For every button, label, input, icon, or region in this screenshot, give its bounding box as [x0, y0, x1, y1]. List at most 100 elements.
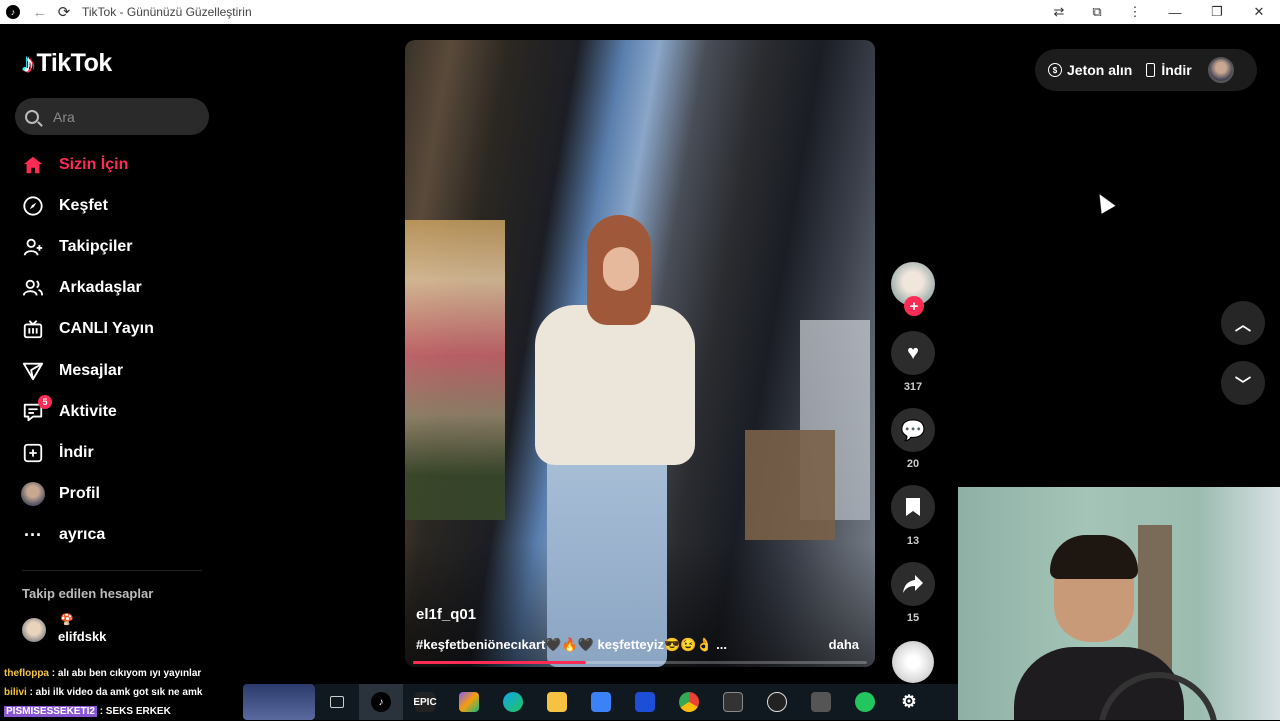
video-username[interactable]: el1f_q01	[416, 606, 476, 623]
compass-icon	[20, 193, 46, 219]
sidebar-item-label: Sizin İçin	[59, 155, 129, 173]
account-emoji: 🍄	[60, 614, 74, 626]
sidebar-item-label: ayrıca	[59, 526, 106, 544]
webcam-overlay	[958, 487, 1280, 720]
bakery-display	[405, 220, 505, 520]
chat-user: thefloppa	[4, 668, 49, 679]
chevron-down-icon: ﹀	[1234, 377, 1251, 394]
more-vertical-icon[interactable]: ⋮	[1116, 4, 1154, 20]
restore-icon[interactable]: ❐	[1196, 4, 1238, 20]
sidebar-item-label: Mesajlar	[59, 361, 124, 379]
video-player[interactable]: el1f_q01 #keşfetbeniönecıkart🖤🔥🖤 keşfett…	[405, 40, 875, 667]
tiktok-note-icon: ♪	[22, 48, 35, 78]
outlook-icon[interactable]	[623, 684, 667, 720]
sidebar-item-download[interactable]: İndir	[20, 432, 210, 473]
tiktok-logo[interactable]: ♪ TikTok	[22, 48, 112, 79]
translate-icon[interactable]: ⇄	[1040, 4, 1078, 20]
get-coins-label: Jeton alın	[1067, 62, 1133, 78]
save-button[interactable]	[891, 485, 935, 529]
task-view-icon[interactable]	[315, 684, 359, 720]
heart-icon: ♥	[907, 341, 919, 364]
top-right-bar: $ Jeton alın İndir	[1035, 49, 1257, 91]
sidebar-item-explore[interactable]: Keşfet	[20, 185, 210, 226]
file-explorer-icon[interactable]	[535, 684, 579, 720]
sidebar-item-live[interactable]: CANLI Yayın	[20, 309, 210, 350]
sidebar-item-more[interactable]: ··· ayrıca	[20, 515, 210, 556]
following-account[interactable]: 🍄 elifdskk	[22, 614, 106, 644]
live-tv-icon	[20, 316, 46, 342]
minimize-icon[interactable]: —	[1154, 5, 1196, 20]
action-rail: + ♥ 317 💬 20 13 15	[890, 262, 936, 683]
calculator-icon[interactable]	[799, 684, 843, 720]
tiktok-icon[interactable]: ♪	[359, 684, 403, 720]
sidebar-item-messages[interactable]: Mesajlar	[20, 350, 210, 391]
search-icon	[25, 109, 39, 124]
wooden-chairs	[745, 430, 835, 540]
sidebar-nav: Sizin İçin Keşfet Takipçiler Arkadaşlar …	[20, 144, 210, 556]
video-caption: #keşfetbeniönecıkart🖤🔥🖤 keşfetteyiz😎😉👌 .…	[416, 637, 727, 652]
resolve-icon[interactable]	[711, 684, 755, 720]
browser-titlebar: ♪ ← ⟳ TikTok - Gününüzü Güzelleştirin ⇄ …	[0, 0, 1280, 24]
arrow-left-icon[interactable]: ←	[30, 4, 50, 21]
send-icon	[20, 358, 46, 384]
comment-button[interactable]: 💬	[891, 408, 935, 452]
stream-chat: thefloppa : alı abı ben cıkıyom ıyı yayı…	[0, 664, 320, 721]
chrome-icon[interactable]	[667, 684, 711, 720]
previous-video-button[interactable]: ︿	[1221, 301, 1265, 345]
video-progress-bar[interactable]	[413, 661, 867, 664]
like-button[interactable]: ♥	[891, 331, 935, 375]
avatar	[21, 482, 45, 507]
chat-line: bilivi : abi ilk video da amk got sık ne…	[0, 683, 320, 702]
creator-avatar[interactable]: +	[891, 262, 935, 316]
music-disc[interactable]	[892, 641, 934, 683]
settings-icon[interactable]: ⚙	[887, 684, 931, 720]
close-icon[interactable]: ✕	[1238, 4, 1280, 20]
chat-message: : abi ilk video da amk got sık ne amk	[29, 687, 203, 698]
follow-plus-icon[interactable]: +	[904, 296, 924, 316]
sidebar-item-activity[interactable]: 5 Aktivite	[20, 391, 210, 432]
coin-icon: $	[1048, 63, 1062, 77]
caption-more-button[interactable]: daha	[829, 637, 859, 652]
store-icon[interactable]	[579, 684, 623, 720]
video-progress-fill	[413, 661, 586, 664]
copilot-icon[interactable]	[447, 684, 491, 720]
activity-badge: 5	[38, 394, 52, 409]
sidebar-item-label: Profil	[59, 485, 100, 503]
logo-text: TikTok	[36, 49, 113, 77]
search-input[interactable]	[53, 108, 193, 125]
sidebar-item-following[interactable]: Takipçiler	[20, 226, 210, 267]
search-box[interactable]	[15, 98, 209, 135]
next-video-button[interactable]: ﹀	[1221, 361, 1265, 405]
bookmark-icon	[906, 498, 920, 516]
get-coins-button[interactable]: $ Jeton alın	[1048, 62, 1132, 78]
chevron-up-icon: ︿	[1234, 317, 1251, 334]
following-title: Takip edilen hesaplar	[22, 586, 154, 601]
friends-icon	[20, 275, 46, 301]
window-title: TikTok - Gününüzü Güzelleştirin	[82, 5, 252, 19]
edge-icon[interactable]	[491, 684, 535, 720]
puzzle-icon[interactable]: ⧉	[1078, 4, 1116, 20]
like-count: 317	[903, 381, 923, 393]
sidebar-item-label: CANLI Yayın	[59, 320, 154, 338]
sidebar-item-label: Keşfet	[59, 196, 108, 214]
share-button[interactable]	[891, 562, 935, 606]
sidebar-item-profile[interactable]: Profil	[20, 474, 210, 515]
obs-icon[interactable]	[755, 684, 799, 720]
chat-user: PISMISESSEKETI2	[4, 706, 97, 717]
download-label: İndir	[1161, 62, 1192, 78]
user-avatar[interactable]	[1207, 57, 1234, 83]
sidebar-item-for-you[interactable]: Sizin İçin	[20, 144, 210, 185]
phone-icon	[1146, 63, 1156, 77]
taskbar: ♪ EPIC ⚙	[315, 684, 958, 720]
epic-games-icon[interactable]: EPIC	[403, 684, 447, 720]
download-app-button[interactable]: İndir	[1146, 62, 1192, 78]
tiktok-icon: ♪	[6, 5, 20, 19]
sidebar-item-label: Takipçiler	[59, 237, 133, 255]
chat-line: PISMISESSEKETI2 : SEKS ERKEK	[0, 702, 320, 721]
reload-icon[interactable]: ⟳	[54, 3, 74, 21]
sidebar-item-friends[interactable]: Arkadaşlar	[20, 268, 210, 309]
save-count: 13	[906, 535, 920, 547]
chat-message: : alı abı ben cıkıyom ıyı yayınlar	[51, 668, 202, 679]
sidebar-item-label: Aktivite	[59, 402, 117, 420]
whatsapp-icon[interactable]	[843, 684, 887, 720]
